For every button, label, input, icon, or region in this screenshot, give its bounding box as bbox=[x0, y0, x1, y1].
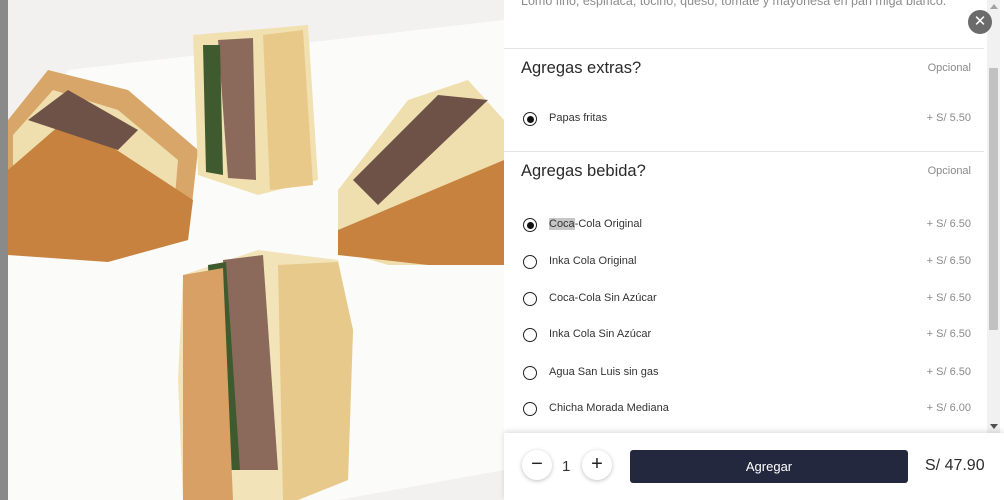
option-label: Coca-Cola Original bbox=[549, 218, 642, 230]
radio-button[interactable] bbox=[523, 328, 537, 342]
radio-button-checked[interactable] bbox=[523, 112, 537, 126]
option-inka-cola-sin-azucar[interactable]: Inka Cola Sin Azúcar + S/ 6.50 bbox=[504, 319, 984, 353]
close-modal-button[interactable]: ✕ bbox=[968, 10, 992, 34]
options-scroll-area[interactable]: Lomo fino, espinaca, tocino, queso, toma… bbox=[504, 0, 984, 433]
option-price: + S/ 6.50 bbox=[926, 292, 971, 304]
option-price: + S/ 6.50 bbox=[926, 255, 971, 267]
option-price: + S/ 5.50 bbox=[926, 112, 971, 124]
option-agua-san-luis[interactable]: Agua San Luis sin gas + S/ 6.50 bbox=[504, 357, 984, 391]
option-label-rest: -Cola Original bbox=[574, 218, 642, 230]
option-label: Coca-Cola Sin Azúcar bbox=[549, 292, 657, 304]
product-description: Lomo fino, espinaca, tocino, queso, toma… bbox=[521, 0, 947, 8]
options-panel: Lomo fino, espinaca, tocino, queso, toma… bbox=[504, 0, 1004, 500]
radio-button[interactable] bbox=[523, 402, 537, 416]
extras-section: Agregas extras? Opcional Papas fritas + … bbox=[504, 48, 984, 152]
product-modal: Lomo fino, espinaca, tocino, queso, toma… bbox=[8, 0, 1004, 500]
optional-tag: Opcional bbox=[927, 62, 971, 74]
option-papas-fritas[interactable]: Papas fritas + S/ 5.50 bbox=[504, 103, 984, 137]
option-inka-cola-original[interactable]: Inka Cola Original + S/ 6.50 bbox=[504, 246, 984, 280]
radio-button[interactable] bbox=[523, 292, 537, 306]
quantity-value: 1 bbox=[562, 458, 571, 475]
vertical-scrollbar[interactable] bbox=[987, 0, 1000, 433]
option-chicha-morada[interactable]: Chicha Morada Mediana + S/ 6.00 bbox=[504, 393, 984, 427]
option-price: + S/ 6.50 bbox=[926, 328, 971, 340]
plus-icon: + bbox=[591, 453, 603, 475]
radio-button[interactable] bbox=[523, 366, 537, 380]
option-coca-cola-original[interactable]: Coca-Cola Original + S/ 6.50 bbox=[504, 209, 984, 243]
scroll-down-arrow-icon[interactable] bbox=[990, 424, 998, 429]
option-price: + S/ 6.00 bbox=[926, 402, 971, 414]
section-title: Agregas bebida? bbox=[521, 162, 646, 180]
drinks-section: Agregas bebida? Opcional Coca-Cola Origi… bbox=[504, 151, 984, 433]
minus-icon: − bbox=[531, 453, 543, 475]
selected-text-highlight: Coca bbox=[549, 218, 575, 230]
increase-quantity-button[interactable]: + bbox=[582, 450, 612, 480]
radio-button-checked[interactable] bbox=[523, 218, 537, 232]
optional-tag: Opcional bbox=[927, 165, 971, 177]
option-label: Inka Cola Sin Azúcar bbox=[549, 328, 652, 340]
option-label: Chicha Morada Mediana bbox=[549, 402, 669, 414]
product-photo bbox=[8, 0, 504, 500]
sandwich-image bbox=[8, 0, 504, 500]
option-price: + S/ 6.50 bbox=[926, 366, 971, 378]
decrease-quantity-button[interactable]: − bbox=[522, 450, 552, 480]
section-title: Agregas extras? bbox=[521, 59, 642, 77]
scroll-up-arrow-icon[interactable] bbox=[990, 4, 998, 9]
radio-button[interactable] bbox=[523, 255, 537, 269]
option-label: Papas fritas bbox=[549, 112, 608, 124]
order-total: S/ 47.90 bbox=[925, 457, 985, 474]
option-label: Inka Cola Original bbox=[549, 255, 637, 267]
option-coca-cola-sin-azucar[interactable]: Coca-Cola Sin Azúcar + S/ 6.50 bbox=[504, 283, 984, 317]
close-icon: ✕ bbox=[973, 13, 987, 30]
extras-header: Agregas extras? Opcional bbox=[504, 49, 984, 89]
add-to-cart-button[interactable]: Agregar bbox=[630, 450, 908, 483]
order-footer: − 1 + Agregar S/ 47.90 bbox=[504, 433, 1004, 500]
scrollbar-thumb[interactable] bbox=[989, 68, 998, 330]
drinks-header: Agregas bebida? Opcional bbox=[504, 152, 984, 192]
option-label: Agua San Luis sin gas bbox=[549, 366, 659, 378]
option-price: + S/ 6.50 bbox=[926, 218, 971, 230]
